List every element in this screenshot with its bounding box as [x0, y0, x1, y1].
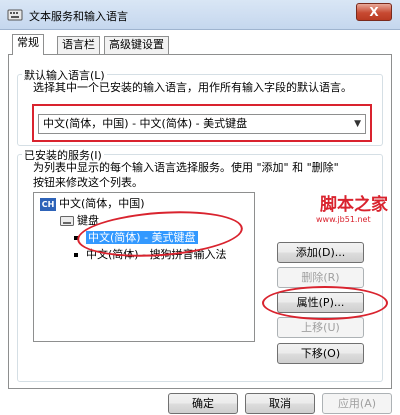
- annotation-highlight-ellipse: [262, 286, 388, 320]
- apply-button[interactable]: 应用(A): [322, 393, 392, 414]
- cancel-button[interactable]: 取消: [245, 393, 315, 414]
- close-button[interactable]: X: [356, 3, 392, 21]
- watermark-logo: 脚本之家: [320, 195, 388, 215]
- move-up-button[interactable]: 上移(U): [277, 317, 364, 338]
- tab-language-bar[interactable]: 语言栏: [57, 36, 100, 54]
- tab-general[interactable]: 常规: [12, 34, 44, 55]
- title-bar: 文本服务和输入语言 X: [0, 0, 400, 30]
- remove-button[interactable]: 删除(R): [277, 267, 364, 288]
- default-input-description: 选择其中一个已安装的输入语言，用作所有输入字段的默认语言。: [33, 81, 352, 94]
- watermark-url: www.jb51.net: [316, 215, 371, 224]
- installed-services-description-1: 为列表中显示的每个输入语言选择服务。使用 "添加" 和 "删除": [33, 161, 339, 174]
- ok-button[interactable]: 确定: [168, 393, 238, 414]
- tree-language-label: 中文(简体，中国): [59, 197, 145, 210]
- add-button[interactable]: 添加(D)...: [277, 242, 364, 263]
- annotation-highlight-box: [32, 104, 372, 142]
- move-down-button[interactable]: 下移(O): [277, 343, 364, 364]
- tab-advanced-key-settings[interactable]: 高级键设置: [104, 36, 169, 54]
- keyboard-small-icon: [60, 216, 74, 226]
- tree-language-node[interactable]: CH 中文(简体，中国): [40, 196, 145, 212]
- window-title: 文本服务和输入语言: [29, 10, 128, 23]
- bullet-icon: [74, 253, 78, 257]
- installed-services-description-2: 按钮来修改这个列表。: [33, 176, 143, 189]
- keyboard-icon: [7, 9, 23, 21]
- language-badge-icon: CH: [40, 197, 56, 211]
